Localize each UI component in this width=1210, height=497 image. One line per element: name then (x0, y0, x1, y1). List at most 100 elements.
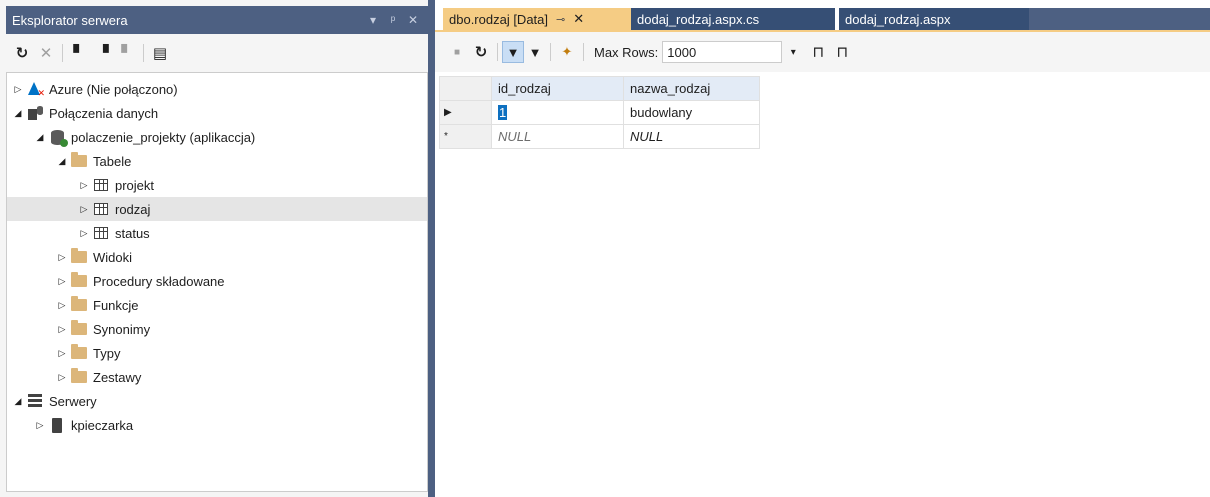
expand-arrow-icon[interactable]: ▷ (55, 348, 69, 359)
tree-item-label: Widoki (93, 249, 133, 265)
tree-item-views[interactable]: ▷ Widoki (7, 245, 427, 269)
chevron-down-icon[interactable]: ▾ (786, 47, 800, 58)
max-rows-label: Max Rows: (594, 44, 659, 60)
collapse-arrow-icon[interactable]: ◢ (11, 108, 25, 119)
grid-cell[interactable]: NULL (623, 124, 760, 149)
table-row-new: * NULL NULL (439, 124, 760, 149)
connect-server-icon[interactable]: ▝ (91, 41, 115, 65)
tab-dbo-rodzaj-data[interactable]: dbo.rodzaj [Data] ⊸ ✕ (443, 8, 631, 30)
toolbar-separator (62, 44, 63, 62)
explorer-toolbar: ↻ ✕ ▘ ▝ ▘ ▤ (6, 34, 428, 72)
folder-icon (69, 152, 89, 170)
script-data-icon[interactable]: ⊓ (806, 40, 830, 64)
table-icon (91, 224, 111, 242)
tree-item-label: polaczenie_projekty (aplikaccja) (71, 129, 256, 145)
explorer-title-bar: Eksplorator serwera ▾ ᵖ ✕ (6, 6, 428, 34)
tree-item-label: Zestawy (93, 369, 142, 385)
expand-arrow-icon[interactable]: ▷ (33, 420, 47, 431)
collapse-arrow-icon[interactable]: ◢ (33, 132, 47, 143)
cell-value: 1 (498, 105, 508, 120)
tree-item-synonyms[interactable]: ▷ Synonimy (7, 317, 427, 341)
folder-icon (69, 368, 89, 386)
expand-arrow-icon[interactable]: ▷ (55, 276, 69, 287)
data-toolbar: ■ ↻ ▼ ▼ ✦ Max Rows: 1000 ▾ ⊓ ⊓ (435, 32, 1210, 72)
column-header-nazwa-rodzaj[interactable]: nazwa_rodzaj (623, 76, 760, 101)
expand-arrow-icon[interactable]: ▷ (77, 228, 91, 239)
sort-filter-icon[interactable]: ▼ (502, 41, 524, 63)
tree-item-label: Funkcje (93, 297, 139, 313)
tree-item-label: kpieczarka (71, 417, 134, 433)
tree-item-servers[interactable]: ◢ Serwery (7, 389, 427, 413)
row-selector-current[interactable]: ▶ (439, 100, 492, 125)
toolbar-separator (550, 43, 551, 61)
grid-corner[interactable] (439, 76, 492, 101)
tree-item-label: rodzaj (115, 201, 151, 217)
pin-icon[interactable]: ᵖ (384, 13, 402, 27)
database-icon (47, 128, 68, 147)
tree-item-server-kpieczarka[interactable]: ▷ kpieczarka (7, 413, 427, 437)
column-header-id-rodzaj[interactable]: id_rodzaj (491, 76, 624, 101)
tree-item-tables[interactable]: ◢ Tabele (7, 149, 427, 173)
servers-icon (25, 392, 45, 410)
explorer-tree: ▷ Azure (Nie połączono) ◢ Połączenia dan… (6, 72, 428, 492)
close-icon[interactable]: ✕ (404, 13, 422, 27)
tab-label: dodaj_rodzaj.aspx (845, 11, 951, 27)
tree-item-label: Połączenia danych (49, 105, 159, 121)
refresh-icon[interactable]: ↻ (469, 40, 493, 64)
close-tab-icon[interactable]: ✕ (573, 11, 584, 27)
grid-header-row: id_rodzaj nazwa_rodzaj (439, 76, 760, 101)
expand-arrow-icon[interactable]: ▷ (55, 372, 69, 383)
panel-splitter[interactable] (428, 0, 435, 497)
connect-database-icon[interactable]: ▘ (67, 41, 91, 65)
tree-item-azure[interactable]: ▷ Azure (Nie połączono) (7, 77, 427, 101)
tree-item-table-status[interactable]: ▷ status (7, 221, 427, 245)
expand-arrow-icon[interactable]: ▷ (11, 84, 25, 95)
tree-item-stored-procedures[interactable]: ▷ Procedury składowane (7, 269, 427, 293)
tree-item-label: Synonimy (93, 321, 151, 337)
folder-icon (69, 344, 89, 362)
tab-dodaj-rodzaj-aspx[interactable]: dodaj_rodzaj.aspx (839, 8, 1029, 30)
grid-cell[interactable]: budowlany (623, 100, 760, 125)
folder-icon (69, 320, 89, 338)
tree-item-data-connections[interactable]: ◢ Połączenia danych (7, 101, 427, 125)
folder-icon (69, 248, 89, 266)
folder-icon (69, 296, 89, 314)
server-explorer-panel: Eksplorator serwera ▾ ᵖ ✕ ↻ ✕ ▘ ▝ ▘ ▤ ▷ … (0, 0, 428, 497)
collapse-arrow-icon[interactable]: ◢ (55, 156, 69, 167)
grid-cell[interactable]: 1 (491, 100, 624, 125)
tree-item-table-projekt[interactable]: ▷ projekt (7, 173, 427, 197)
stop-icon[interactable]: ✕ (34, 41, 58, 65)
explorer-title: Eksplorator serwera (12, 12, 128, 28)
expand-arrow-icon[interactable]: ▷ (77, 204, 91, 215)
row-selector-new[interactable]: * (439, 124, 492, 149)
expand-arrow-icon[interactable]: ▷ (77, 180, 91, 191)
stop-icon[interactable]: ■ (445, 40, 469, 64)
tree-item-connection[interactable]: ◢ polaczenie_projekty (aplikaccja) (7, 125, 427, 149)
tree-item-assemblies[interactable]: ▷ Zestawy (7, 365, 427, 389)
max-rows-select[interactable]: 1000 (662, 41, 783, 63)
pin-tab-icon[interactable]: ⊸ (556, 13, 565, 26)
document-area: dbo.rodzaj [Data] ⊸ ✕ dodaj_rodzaj.aspx.… (435, 0, 1210, 497)
refresh-icon[interactable]: ↻ (10, 41, 34, 65)
script-icon[interactable]: ✦ (555, 40, 579, 64)
tree-item-table-rodzaj[interactable]: ▷ rodzaj (7, 197, 427, 221)
script-file-icon[interactable]: ⊓ (830, 40, 854, 64)
tree-item-types[interactable]: ▷ Typy (7, 341, 427, 365)
expand-arrow-icon[interactable]: ▷ (55, 252, 69, 263)
data-connections-icon (25, 104, 45, 122)
grid-cell[interactable]: NULL (491, 124, 624, 149)
expand-arrow-icon[interactable]: ▷ (55, 300, 69, 311)
properties-icon[interactable]: ▤ (148, 41, 172, 65)
tree-item-functions[interactable]: ▷ Funkcje (7, 293, 427, 317)
toolbar-separator (497, 43, 498, 61)
expand-arrow-icon[interactable]: ▷ (55, 324, 69, 335)
toolbar-separator (583, 43, 584, 61)
window-position-icon[interactable]: ▾ (364, 13, 382, 27)
tab-dodaj-rodzaj-aspx-cs[interactable]: dodaj_rodzaj.aspx.cs (631, 8, 835, 30)
tab-label: dodaj_rodzaj.aspx.cs (637, 11, 760, 27)
collapse-arrow-icon[interactable]: ◢ (11, 396, 25, 407)
filter-icon[interactable]: ▼ (524, 41, 546, 63)
tree-item-label: status (115, 225, 150, 241)
data-grid: id_rodzaj nazwa_rodzaj ▶ 1 budowlany * N… (439, 76, 760, 149)
connect-azure-icon[interactable]: ▘ (115, 41, 139, 65)
